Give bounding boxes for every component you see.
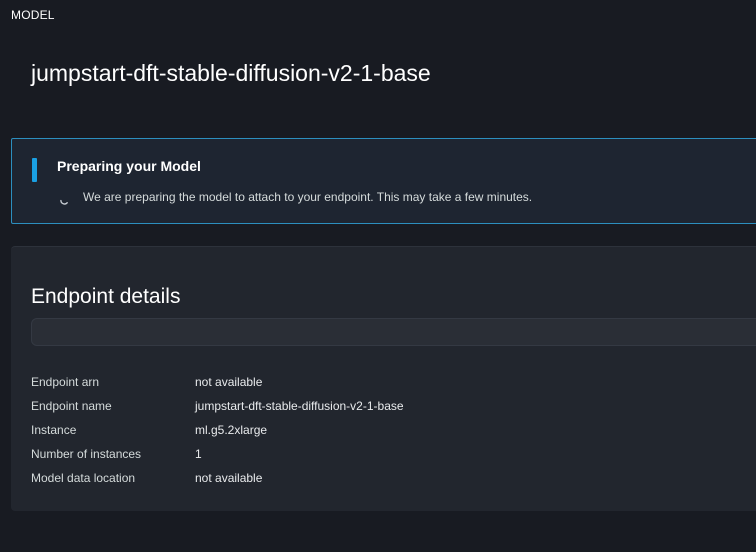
detail-key: Endpoint name bbox=[31, 399, 112, 413]
detail-key: Number of instances bbox=[31, 447, 142, 461]
detail-value: 1 bbox=[195, 447, 202, 461]
section-label: MODEL bbox=[11, 8, 55, 22]
detail-value: jumpstart-dft-stable-diffusion-v2-1-base bbox=[195, 399, 404, 413]
card-title: Endpoint details bbox=[31, 285, 181, 308]
detail-key: Model data location bbox=[31, 471, 136, 485]
detail-value: not available bbox=[195, 375, 263, 389]
alert-title: Preparing your Model bbox=[57, 158, 201, 174]
info-alert: Preparing your Model We are preparing th… bbox=[11, 138, 756, 224]
model-page: MODEL jumpstart-dft-stable-diffusion-v2-… bbox=[0, 0, 756, 552]
detail-value: not available bbox=[195, 471, 263, 485]
spinner-icon bbox=[60, 192, 69, 205]
alert-message: We are preparing the model to attach to … bbox=[83, 190, 533, 204]
alert-accent-bar bbox=[32, 158, 37, 182]
detail-key: Endpoint arn bbox=[31, 375, 100, 389]
endpoint-details-card: Endpoint details Endpoint arn not availa… bbox=[11, 246, 756, 511]
detail-key: Instance bbox=[31, 423, 77, 437]
page-title: jumpstart-dft-stable-diffusion-v2-1-base bbox=[31, 60, 431, 86]
card-toolbar bbox=[31, 318, 756, 346]
detail-value: ml.g5.2xlarge bbox=[195, 423, 268, 437]
